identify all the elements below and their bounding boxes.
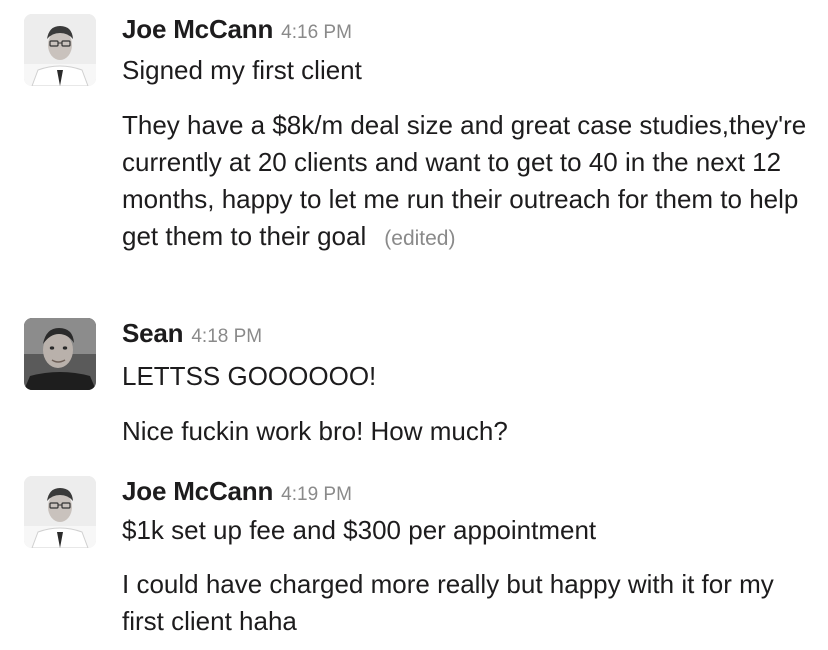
- sender-name[interactable]: Sean: [122, 318, 184, 349]
- sender-name[interactable]: Joe McCann: [122, 14, 273, 45]
- avatar-sean-image: [24, 318, 96, 390]
- message-text: Nice fuckin work bro! How much?: [122, 416, 508, 446]
- message-thread: Joe McCann 4:16 PM Signed my first clien…: [0, 0, 828, 650]
- message-timestamp[interactable]: 4:19 PM: [281, 484, 352, 506]
- message-text: LETTSS GOOOOOO!: [122, 361, 377, 391]
- avatar-joe-mccann[interactable]: [24, 14, 96, 86]
- message-text: $1k set up fee and $300 per appointment: [122, 515, 597, 545]
- avatar-sean[interactable]: [24, 318, 96, 390]
- avatar-joe-mccann-image: [24, 14, 96, 86]
- message-text: They have a $8k/m deal size and great ca…: [122, 107, 812, 257]
- avatar-joe-mccann[interactable]: [24, 476, 96, 548]
- message-header: Joe McCann 4:19 PM: [122, 476, 352, 510]
- message-header: Joe McCann 4:16 PM: [122, 14, 352, 48]
- message-text-body: They have a $8k/m deal size and great ca…: [122, 110, 807, 251]
- message-header: Sean 4:18 PM: [122, 318, 262, 352]
- message-timestamp[interactable]: 4:18 PM: [191, 326, 262, 348]
- message-text: Signed my first client: [122, 55, 362, 85]
- message-timestamp[interactable]: 4:16 PM: [281, 22, 352, 44]
- avatar-joe-mccann-image: [24, 476, 96, 548]
- edited-label: (edited): [384, 227, 456, 250]
- sender-name[interactable]: Joe McCann: [122, 476, 273, 507]
- message-text: I could have charged more really but hap…: [122, 569, 774, 636]
